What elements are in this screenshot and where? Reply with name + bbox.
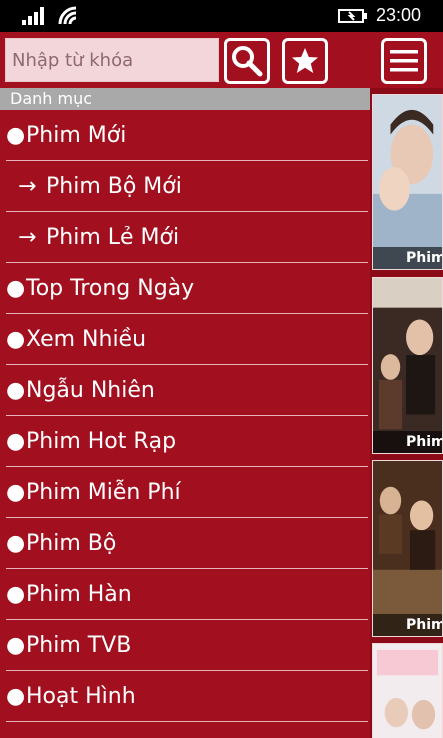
menu-item-phim-le-moi[interactable]: → Phim Lẻ Mới bbox=[6, 212, 368, 263]
menu-item-label: Xem Nhiều bbox=[26, 326, 147, 352]
wifi-icon bbox=[58, 6, 77, 25]
poster-caption: Phim bbox=[373, 247, 442, 269]
menu-item-label: Phim Bộ bbox=[26, 530, 117, 556]
hamburger-menu-icon bbox=[390, 50, 418, 72]
menu-item-label: Phim Lẻ Mới bbox=[46, 224, 180, 250]
status-bar: 23:00 bbox=[0, 0, 443, 32]
bullet-icon: ● bbox=[6, 632, 26, 658]
menu-item-phim-hot-rap[interactable]: ● Phim Hot Rạp bbox=[6, 416, 368, 467]
menu-item-phim-moi[interactable]: ● Phim Mới bbox=[6, 110, 368, 161]
search-icon bbox=[232, 46, 263, 77]
menu-item-phim-mien-phi[interactable]: ● Phim Miễn Phí bbox=[6, 467, 368, 518]
poster-strip: Phim Phim Phim bbox=[370, 88, 443, 738]
menu-button[interactable] bbox=[381, 38, 427, 84]
movie-poster[interactable] bbox=[372, 643, 443, 738]
menu-item-label: Phim Hàn bbox=[26, 581, 132, 607]
menu-item-hoat-hinh[interactable]: ● Hoạt Hình bbox=[6, 671, 368, 722]
bullet-icon: ● bbox=[6, 683, 26, 709]
toolbar bbox=[0, 32, 443, 88]
movie-poster[interactable]: Phim bbox=[372, 277, 443, 454]
menu-item-xem-nhieu[interactable]: ● Xem Nhiều bbox=[6, 314, 368, 365]
poster-image bbox=[373, 95, 442, 269]
app: Danh mục ● Phim Mới → Phim Bộ Mới → Phim… bbox=[0, 32, 443, 738]
poster-caption: Phim bbox=[373, 431, 442, 453]
menu-item-label: Ngẫu Nhiên bbox=[26, 377, 155, 403]
menu-item-phim-tvb[interactable]: ● Phim TVB bbox=[6, 620, 368, 671]
search-input[interactable] bbox=[6, 39, 218, 81]
menu-item-label: Phim Hot Rạp bbox=[26, 428, 177, 454]
movie-poster[interactable]: Phim bbox=[372, 460, 443, 637]
battery-charging-icon bbox=[338, 9, 367, 23]
search-box[interactable] bbox=[5, 38, 219, 82]
category-list: ● Phim Mới → Phim Bộ Mới → Phim Lẻ Mới ●… bbox=[0, 110, 370, 738]
menu-item-label: Phim Miễn Phí bbox=[26, 479, 181, 505]
menu-item-label: Phim TVB bbox=[26, 632, 132, 658]
search-button[interactable] bbox=[224, 38, 270, 84]
poster-image bbox=[373, 461, 442, 636]
bullet-icon: ● bbox=[6, 122, 26, 148]
bullet-icon: ● bbox=[6, 377, 26, 403]
bullet-icon: ● bbox=[6, 581, 26, 607]
clock: 23:00 bbox=[376, 5, 422, 25]
bullet-icon: ● bbox=[6, 428, 26, 454]
category-header: Danh mục bbox=[0, 88, 370, 110]
menu-item-label: Hoạt Hình bbox=[26, 683, 136, 709]
arrow-right-icon: → bbox=[18, 173, 37, 199]
menu-item-top-trong-ngay[interactable]: ● Top Trong Ngày bbox=[6, 263, 368, 314]
arrow-right-icon: → bbox=[18, 224, 37, 250]
star-icon bbox=[292, 48, 318, 73]
favorites-button[interactable] bbox=[282, 38, 328, 84]
poster-caption: Phim bbox=[373, 614, 442, 636]
menu-item-label: Phim Mới bbox=[26, 122, 127, 148]
menu-item-label: Phim Bộ Mới bbox=[46, 173, 182, 199]
poster-image bbox=[373, 278, 442, 453]
bullet-icon: ● bbox=[6, 275, 26, 301]
menu-item-phim-han[interactable]: ● Phim Hàn bbox=[6, 569, 368, 620]
bullet-icon: ● bbox=[6, 530, 26, 556]
signal-icon bbox=[22, 7, 50, 25]
movie-poster[interactable]: Phim bbox=[372, 94, 443, 270]
bullet-icon: ● bbox=[6, 479, 26, 505]
bullet-icon: ● bbox=[6, 326, 26, 352]
menu-item-phim-bo-moi[interactable]: → Phim Bộ Mới bbox=[6, 161, 368, 212]
poster-image bbox=[373, 644, 442, 738]
menu-item-phim-bo[interactable]: ● Phim Bộ bbox=[6, 518, 368, 569]
menu-item-ngau-nhien[interactable]: ● Ngẫu Nhiên bbox=[6, 365, 368, 416]
menu-item-label: Top Trong Ngày bbox=[26, 275, 195, 301]
